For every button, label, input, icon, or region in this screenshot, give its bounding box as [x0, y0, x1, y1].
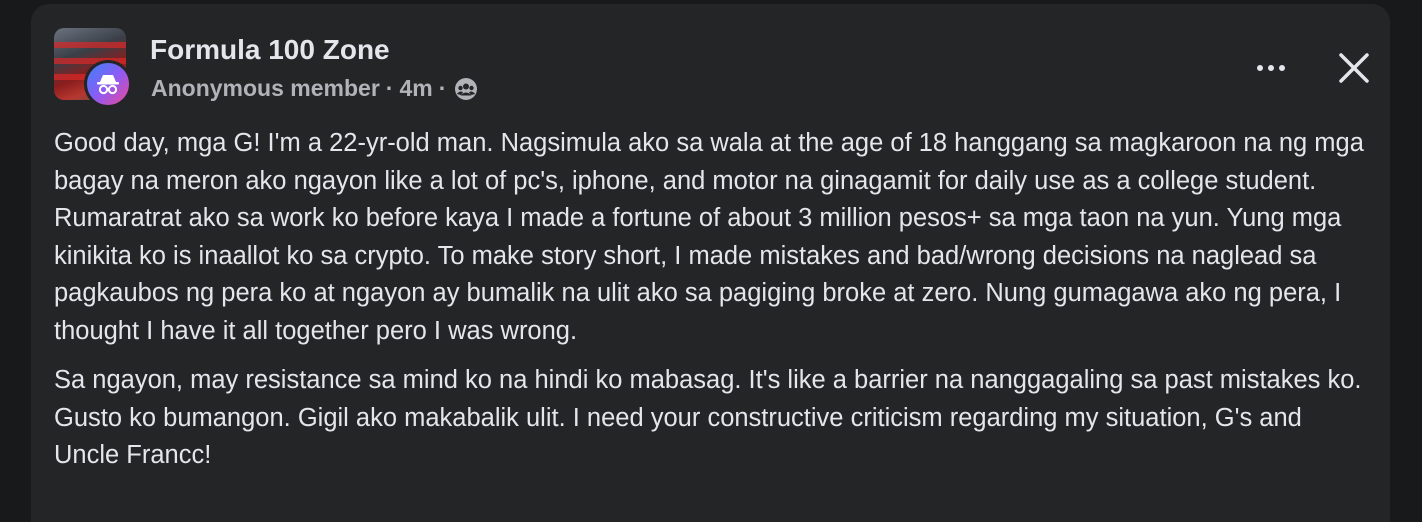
post-header: Formula 100 Zone Anonymous member · 4m · — [54, 28, 1374, 108]
post-meta: Anonymous member · 4m · — [151, 75, 478, 102]
post-time[interactable]: 4m — [399, 75, 432, 102]
meta-separator: · — [438, 75, 447, 101]
close-button[interactable] — [1334, 48, 1374, 88]
anonymous-incognito-icon — [97, 75, 119, 95]
post-body: Good day, mga G! I'm a 22-yr-old man. Na… — [54, 125, 1372, 487]
more-options-icon — [1257, 65, 1285, 71]
more-options-button[interactable] — [1251, 50, 1291, 90]
meta-separator: · — [385, 75, 394, 101]
anonymous-avatar[interactable] — [84, 60, 132, 108]
group-name-link[interactable]: Formula 100 Zone — [150, 34, 390, 66]
post-paragraph: Sa ngayon, may resistance sa mind ko na … — [54, 366, 1362, 469]
post-paragraph: Good day, mga G! I'm a 22-yr-old man. Na… — [54, 129, 1364, 345]
author-name[interactable]: Anonymous member — [151, 75, 380, 102]
close-icon — [1339, 53, 1369, 83]
group-audience-icon[interactable] — [454, 77, 478, 101]
post-card: Formula 100 Zone Anonymous member · 4m · — [31, 4, 1390, 522]
